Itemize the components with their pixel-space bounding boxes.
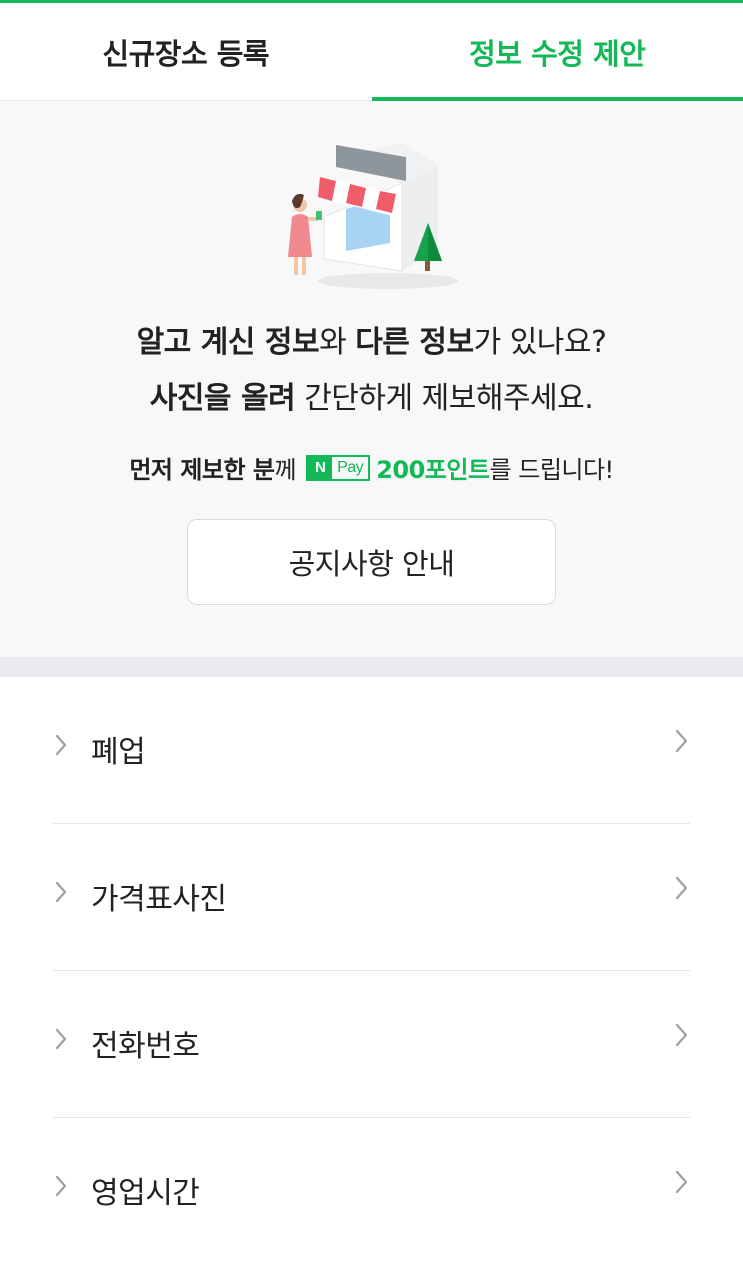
menu-item-label: 가격표사진 bbox=[91, 882, 227, 917]
reward-bold: 먼저 제보한 분 bbox=[129, 456, 275, 484]
storefront-illustration bbox=[288, 143, 458, 289]
tab-new-place[interactable]: 신규장소 등록 bbox=[0, 3, 372, 100]
chevron-right-icon bbox=[55, 734, 67, 756]
headline-bold-3: 사진을 올려 bbox=[149, 381, 296, 416]
reward-points: 200포인트 bbox=[376, 456, 490, 484]
menu-item-phone[interactable]: 전화번호 bbox=[53, 971, 690, 1118]
chevron-right-icon bbox=[675, 1023, 688, 1047]
headline-line-1: 알고 계신 정보와 다른 정보가 있나요? bbox=[0, 315, 743, 371]
headline-bold-1: 알고 계신 정보 bbox=[136, 325, 320, 360]
chevron-right-icon bbox=[675, 1170, 688, 1194]
headline-line-2: 사진을 올려 간단하게 제보해주세요. bbox=[0, 371, 743, 427]
hero-section: 알고 계신 정보와 다른 정보가 있나요? 사진을 올려 간단하게 제보해주세요… bbox=[0, 101, 743, 657]
menu-item-label: 전화번호 bbox=[91, 1029, 200, 1064]
headline-bold-2: 다른 정보 bbox=[355, 325, 474, 360]
npay-badge-icon: N Pay bbox=[306, 454, 371, 481]
chevron-right-icon bbox=[55, 1175, 67, 1197]
tab-bar: 신규장소 등록 정보 수정 제안 bbox=[0, 3, 743, 101]
menu-item-price-photo[interactable]: 가격표사진 bbox=[53, 824, 690, 971]
reward-text: 께 bbox=[274, 456, 297, 484]
npay-pay-text: Pay bbox=[337, 458, 364, 476]
headline-text-1: 와 bbox=[319, 325, 356, 360]
headline-text-2: 가 있나요? bbox=[473, 325, 607, 360]
tab-edit-suggestion[interactable]: 정보 수정 제안 bbox=[371, 3, 743, 101]
chevron-right-icon bbox=[675, 729, 688, 753]
menu-item-label: 폐업 bbox=[91, 735, 146, 770]
chevron-right-icon bbox=[55, 1028, 67, 1050]
reward-line: 먼저 제보한 분께 N Pay 200포인트 를 드립니다! bbox=[0, 450, 743, 485]
headline-text-3: 간단하게 제보해주세요. bbox=[295, 381, 594, 416]
chevron-right-icon bbox=[675, 876, 688, 900]
chevron-right-icon bbox=[55, 881, 67, 903]
reward-tail: 를 드립니다! bbox=[489, 456, 615, 484]
npay-n-mark: N bbox=[308, 456, 333, 479]
menu-item-hours[interactable]: 영업시간 bbox=[53, 1118, 690, 1262]
headline: 알고 계신 정보와 다른 정보가 있나요? 사진을 올려 간단하게 제보해주세요… bbox=[0, 315, 743, 427]
notice-button[interactable]: 공지사항 안내 bbox=[187, 519, 556, 605]
edit-menu-list: 폐업 가격표사진 전화번호 영업시간 bbox=[0, 677, 743, 1262]
section-divider bbox=[0, 657, 743, 677]
menu-item-label: 영업시간 bbox=[91, 1176, 200, 1211]
menu-item-closed[interactable]: 폐업 bbox=[53, 677, 690, 824]
